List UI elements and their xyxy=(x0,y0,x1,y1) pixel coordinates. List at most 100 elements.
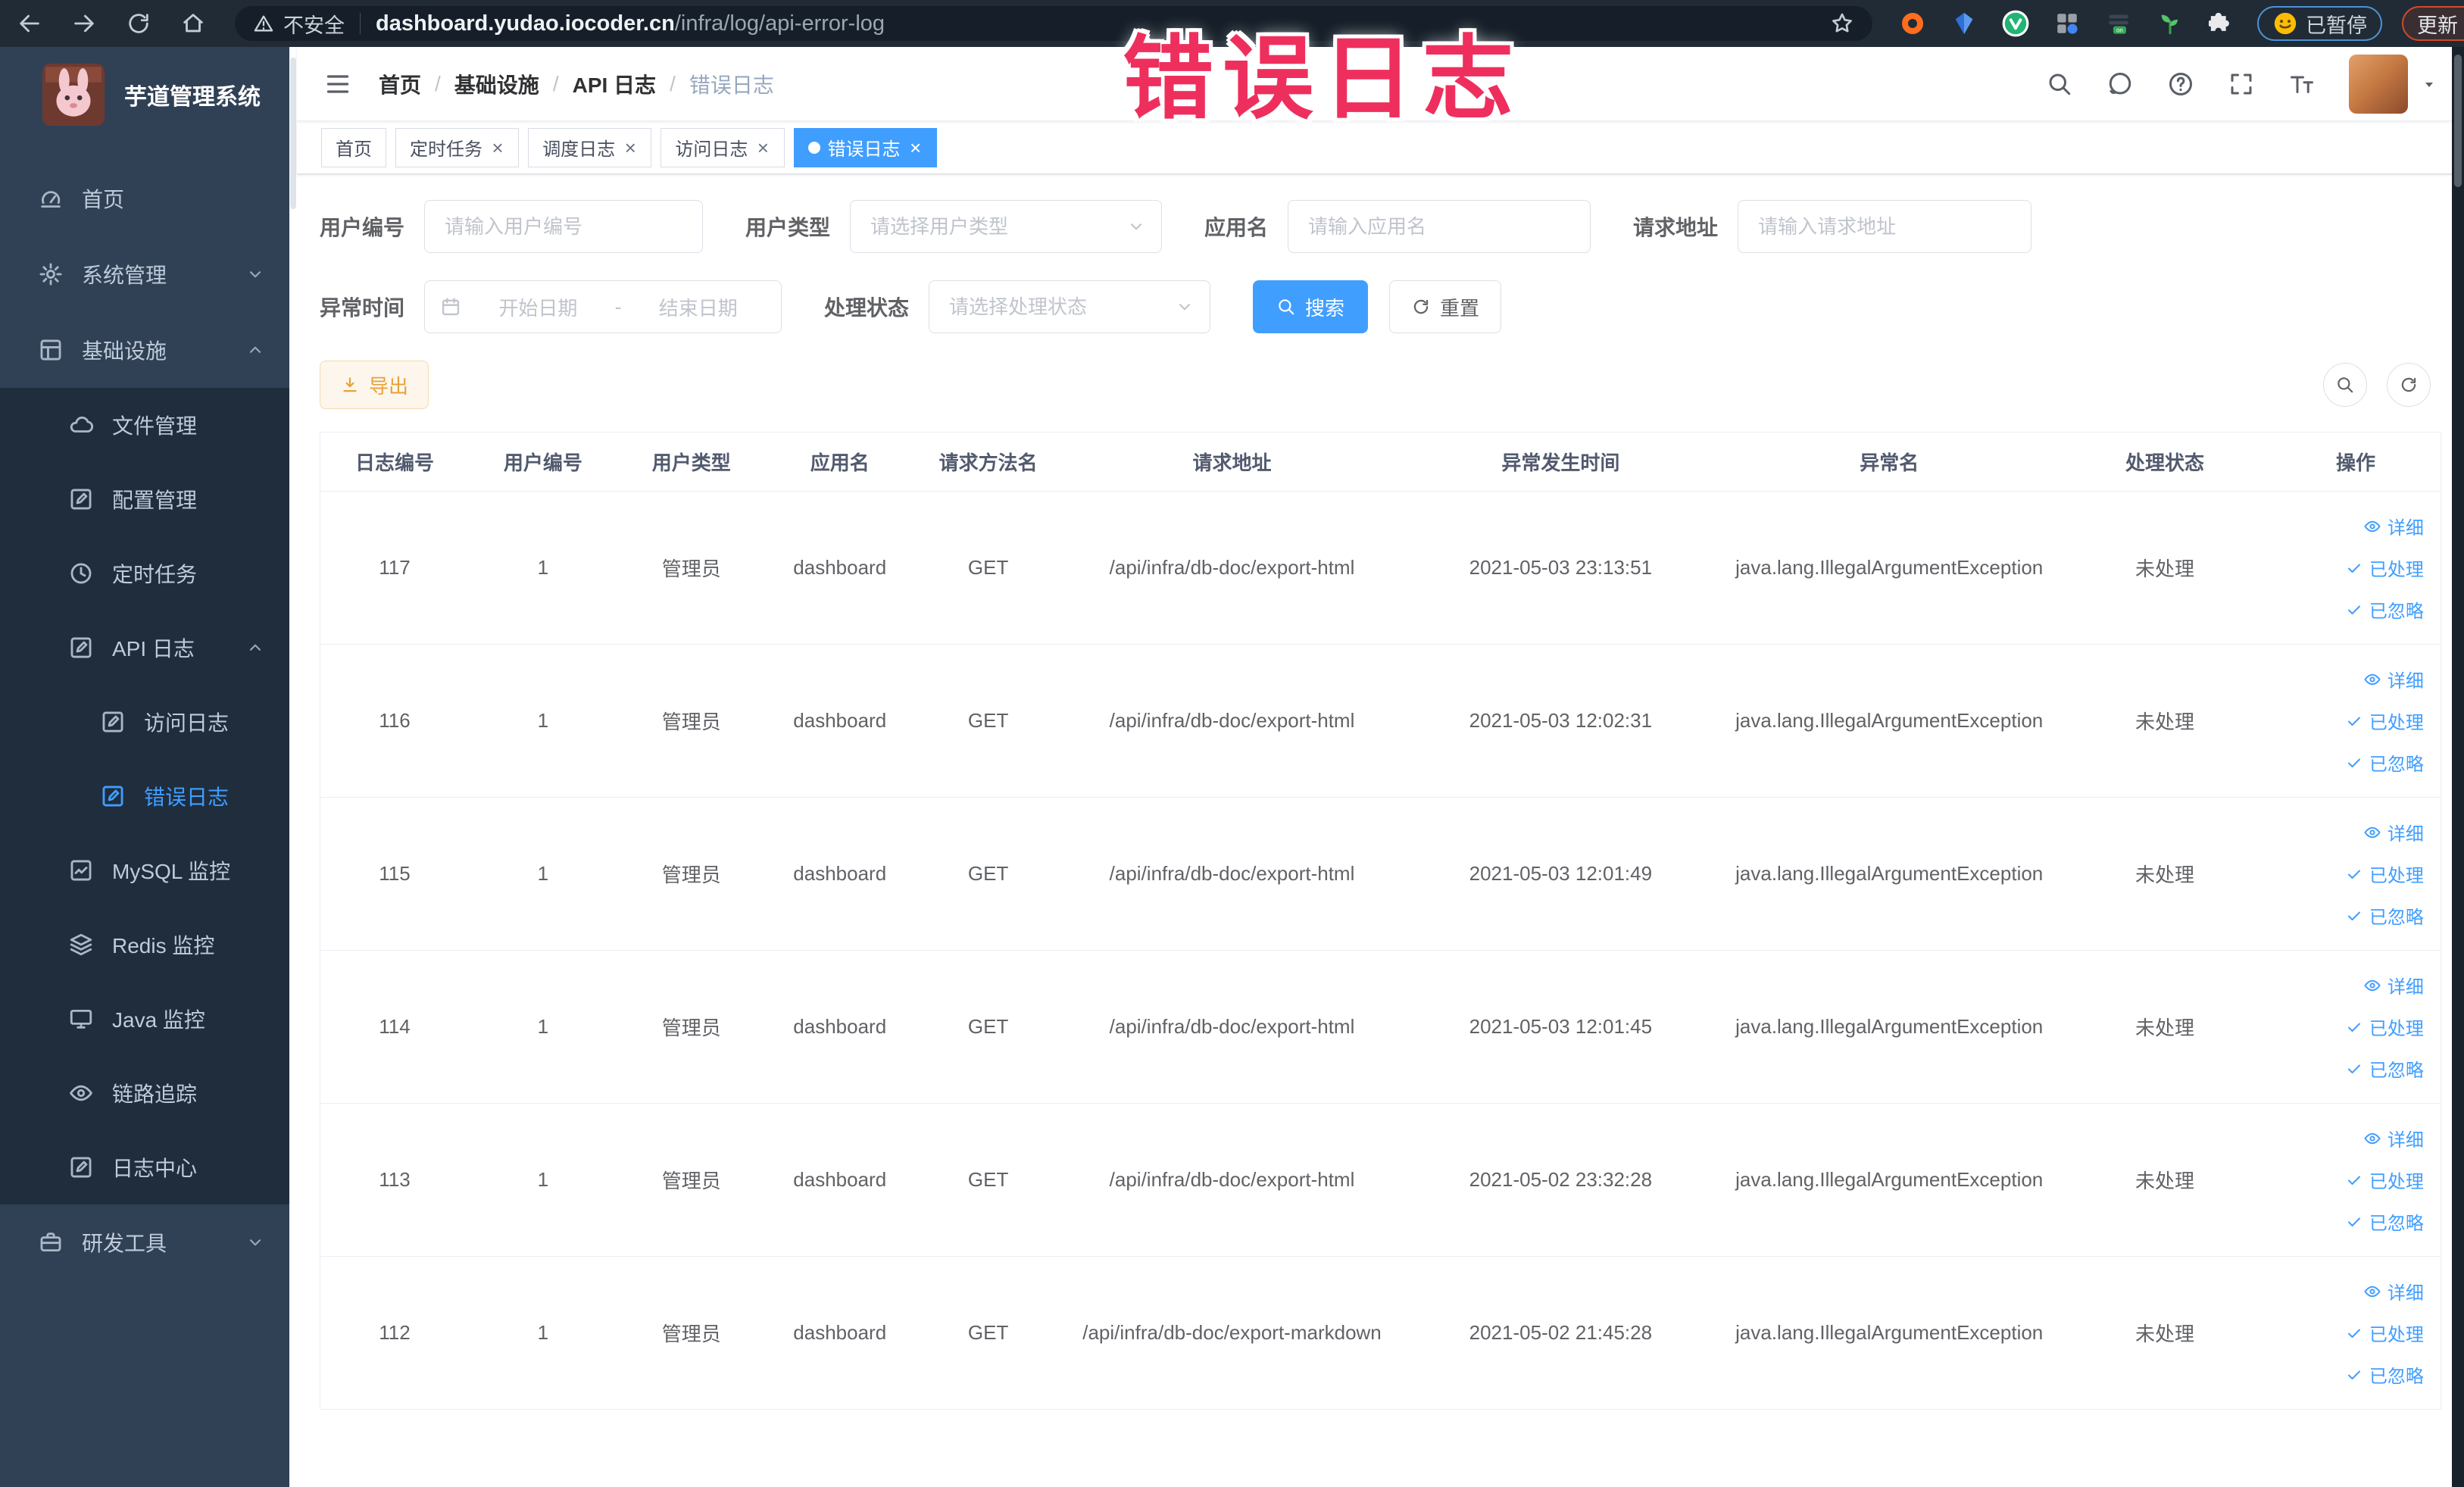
browser-home-icon[interactable] xyxy=(180,11,206,36)
detail-link[interactable]: 详细 xyxy=(2363,1278,2424,1304)
bookmark-star-icon[interactable] xyxy=(1830,11,1854,36)
breadcrumb-api-log[interactable]: API 日志 xyxy=(573,69,656,99)
mark-ignored-link[interactable]: 已忽略 xyxy=(2345,749,2424,776)
extensions-area: on xyxy=(1898,9,2236,38)
not-secure-warning-icon[interactable] xyxy=(253,13,274,34)
hamburger-icon[interactable] xyxy=(323,69,353,99)
end-date-placeholder[interactable]: 结束日期 xyxy=(630,293,766,321)
mark-processed-link[interactable]: 已处理 xyxy=(2345,708,2424,734)
mark-ignored-link[interactable]: 已忽略 xyxy=(2345,596,2424,623)
app-name-input[interactable] xyxy=(1288,201,1591,251)
search-icon[interactable] xyxy=(2046,70,2073,98)
request-url-input[interactable] xyxy=(1738,201,2031,251)
detail-link[interactable]: 详细 xyxy=(2363,972,2424,998)
tag-close-icon[interactable]: × xyxy=(490,138,504,158)
extension-green-v-icon[interactable] xyxy=(2001,9,2030,38)
extension-grid-icon[interactable] xyxy=(2053,9,2081,38)
mark-processed-link[interactable]: 已处理 xyxy=(2345,1320,2424,1346)
tag-access-log[interactable]: 访问日志 × xyxy=(661,127,785,167)
address-bar[interactable]: 不安全 dashboard.yudao.iocoder.cn/infra/log… xyxy=(235,6,1872,41)
sidebar-item-system[interactable]: 系统管理 xyxy=(0,236,297,312)
github-icon[interactable] xyxy=(2106,70,2134,98)
sidebar-item-api-log[interactable]: API 日志 xyxy=(0,611,297,685)
check-icon xyxy=(2345,1366,2363,1384)
sidebar-scrollbar[interactable] xyxy=(289,47,297,1487)
sidebar-item-redis-monitor[interactable]: Redis 监控 xyxy=(0,908,297,982)
detail-link[interactable]: 详细 xyxy=(2363,513,2424,539)
extension-on-badge-icon[interactable]: on xyxy=(2104,9,2133,38)
font-size-icon[interactable] xyxy=(2288,70,2316,98)
search-button[interactable]: 搜索 xyxy=(1253,280,1369,333)
sidebar-item-infra[interactable]: 基础设施 xyxy=(0,312,297,388)
user-type-select[interactable] xyxy=(851,201,1162,251)
detail-link[interactable]: 详细 xyxy=(2363,666,2424,692)
back-icon[interactable] xyxy=(17,11,42,36)
page-scrollbar[interactable] xyxy=(2452,47,2464,1487)
sidebar-item-file-manage[interactable]: 文件管理 xyxy=(0,388,297,462)
help-icon[interactable] xyxy=(2167,70,2194,98)
user-menu[interactable] xyxy=(2349,54,2438,114)
mark-ignored-link[interactable]: 已忽略 xyxy=(2345,1208,2424,1235)
sidebar-item-dev-tools[interactable]: 研发工具 xyxy=(0,1204,297,1280)
sidebar-scrollbar-thumb[interactable] xyxy=(290,58,296,209)
avatar[interactable] xyxy=(2349,54,2408,114)
tag-close-icon[interactable]: × xyxy=(755,138,770,158)
sidebar-item-mysql-monitor[interactable]: MySQL 监控 xyxy=(0,833,297,908)
sidebar-item-log-center[interactable]: 日志中心 xyxy=(0,1130,297,1204)
refresh-table-button[interactable] xyxy=(2387,363,2431,407)
mark-processed-link[interactable]: 已处理 xyxy=(2345,1014,2424,1040)
extension-orange-icon[interactable] xyxy=(1898,9,1927,38)
user-id-input[interactable] xyxy=(425,201,703,251)
forward-icon[interactable] xyxy=(71,11,97,36)
filter-user-type: 用户类型 xyxy=(745,200,1163,253)
check-icon xyxy=(2345,601,2363,619)
app-logo-row[interactable]: 芋道管理系统 xyxy=(0,47,297,141)
date-range-picker[interactable]: 开始日期 - 结束日期 xyxy=(424,280,782,333)
mark-processed-link[interactable]: 已处理 xyxy=(2345,861,2424,887)
sidebar-item-java-monitor[interactable]: Java 监控 xyxy=(0,982,297,1056)
sidebar-item-trace[interactable]: 链路追踪 xyxy=(0,1056,297,1130)
breadcrumb-home[interactable]: 首页 xyxy=(379,69,421,99)
processed-link-label: 已处理 xyxy=(2369,866,2424,886)
mark-ignored-link[interactable]: 已忽略 xyxy=(2345,1361,2424,1388)
reset-button[interactable]: 重置 xyxy=(1389,280,1502,333)
filter-label: 应用名 xyxy=(1204,216,1269,239)
breadcrumb-infra[interactable]: 基础设施 xyxy=(454,69,539,99)
sidebar-item-error-log[interactable]: 错误日志 xyxy=(0,759,297,833)
mark-processed-link[interactable]: 已处理 xyxy=(2345,1167,2424,1193)
reload-icon[interactable] xyxy=(126,11,151,36)
toggle-search-button[interactable] xyxy=(2323,363,2367,407)
extension-puzzle-icon[interactable] xyxy=(2207,9,2236,38)
eye-icon xyxy=(2363,1129,2381,1148)
browser-update-button[interactable]: 更新 xyxy=(2402,6,2464,41)
process-status-select[interactable] xyxy=(929,282,1210,332)
tag-error-log[interactable]: 错误日志 × xyxy=(793,127,937,167)
extension-blue-shield-icon[interactable] xyxy=(1950,9,1978,38)
tag-home[interactable]: 首页 xyxy=(321,127,386,167)
tags-view-bar: 首页 定时任务 × 调度日志 × 访问日志 × 错误日志 × xyxy=(297,121,2464,174)
mark-processed-link[interactable]: 已处理 xyxy=(2345,555,2424,581)
page-scrollbar-thumb[interactable] xyxy=(2454,55,2462,187)
export-button[interactable]: 导出 xyxy=(320,361,429,409)
mark-ignored-link[interactable]: 已忽略 xyxy=(2345,902,2424,929)
detail-link[interactable]: 详细 xyxy=(2363,819,2424,845)
profile-paused-badge[interactable]: 已暂停 xyxy=(2257,6,2382,41)
log-edit-icon xyxy=(100,783,126,809)
mark-ignored-link[interactable]: 已忽略 xyxy=(2345,1055,2424,1082)
date-range-separator: - xyxy=(614,295,622,318)
tag-close-icon[interactable]: × xyxy=(908,138,923,158)
extension-plant-icon[interactable] xyxy=(2156,9,2184,38)
active-tag-dot xyxy=(807,141,820,154)
tag-schedule-log[interactable]: 调度日志 × xyxy=(528,127,652,167)
sidebar-item-config-manage[interactable]: 配置管理 xyxy=(0,462,297,536)
fullscreen-icon[interactable] xyxy=(2228,70,2255,98)
detail-link[interactable]: 详细 xyxy=(2363,1125,2424,1151)
tag-scheduled-jobs[interactable]: 定时任务 × xyxy=(395,127,520,167)
tag-close-icon[interactable]: × xyxy=(623,138,637,158)
start-date-placeholder[interactable]: 开始日期 xyxy=(470,293,606,321)
sidebar-item-label: 首页 xyxy=(82,188,125,211)
sidebar-item-home[interactable]: 首页 xyxy=(0,161,297,236)
sidebar-item-access-log[interactable]: 访问日志 xyxy=(0,685,297,759)
table-row: 113 1 管理员 dashboard GET /api/infra/db-do… xyxy=(320,1104,2441,1257)
sidebar-item-scheduled-jobs[interactable]: 定时任务 xyxy=(0,536,297,611)
